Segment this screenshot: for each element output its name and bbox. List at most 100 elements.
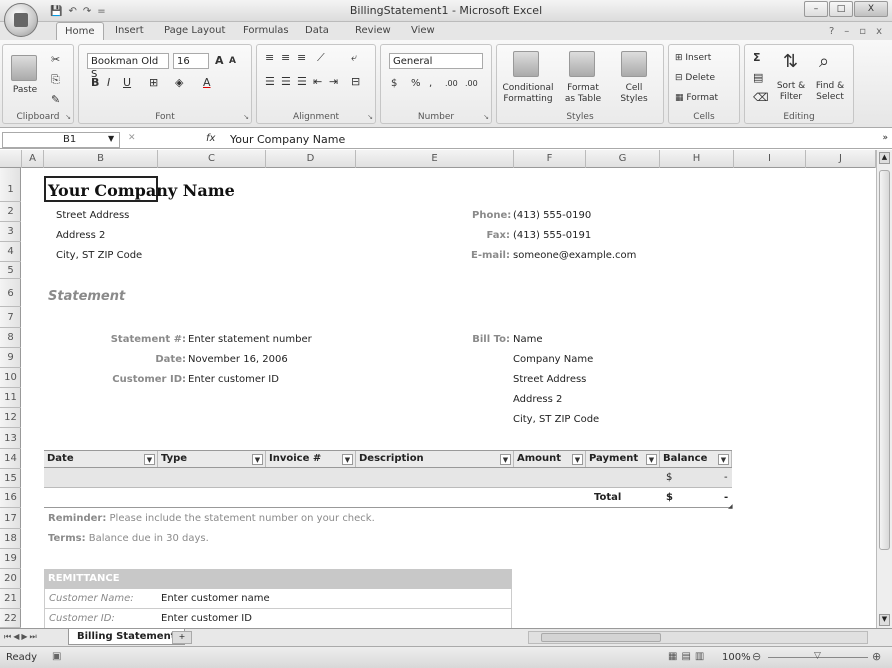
align-left-icon[interactable]: ☰ (265, 75, 275, 88)
row-header-5[interactable]: 5 (0, 262, 21, 279)
formula-input[interactable]: Your Company Name (230, 133, 345, 146)
insert-function-button[interactable]: fx (206, 133, 215, 144)
row-header-17[interactable]: 17 (0, 508, 21, 529)
column-header-e[interactable]: E (356, 150, 514, 168)
worksheet-grid[interactable]: Your Company Name Street Address Address… (22, 168, 876, 628)
tab-review[interactable]: Review (355, 25, 391, 36)
copy-icon[interactable]: ⎘ (51, 73, 60, 87)
percent-button[interactable]: % (411, 78, 421, 89)
column-header-g[interactable]: G (586, 150, 660, 168)
filter-dropdown-icon[interactable]: ▼ (572, 454, 583, 465)
format-painter-icon[interactable]: ✎ (51, 93, 60, 106)
zoom-out-icon[interactable]: ⊖ (752, 650, 761, 663)
increase-indent-icon[interactable]: ⇥ (329, 75, 338, 88)
orientation-icon[interactable]: ⟋ (317, 51, 325, 65)
column-header-d[interactable]: D (266, 150, 356, 168)
ribbon-minimize-icon[interactable]: – (844, 26, 849, 37)
cell-styles-icon[interactable] (621, 51, 647, 77)
statement-heading[interactable]: Statement (48, 289, 125, 304)
scroll-thumb[interactable] (879, 170, 890, 550)
fax-value[interactable]: (413) 555-0191 (513, 230, 591, 241)
align-center-icon[interactable]: ☰ (281, 75, 291, 88)
column-header-h[interactable]: H (660, 150, 734, 168)
row-header-19[interactable]: 19 (0, 549, 21, 569)
remittance-id-value[interactable]: Enter customer ID (161, 613, 252, 624)
tab-home[interactable]: Home (56, 22, 104, 41)
row-header-11[interactable]: 11 (0, 388, 21, 408)
paste-icon[interactable] (11, 55, 37, 81)
sheet-tab-billing-statement[interactable]: Billing Statement (68, 629, 185, 645)
sort-filter-icon[interactable]: ⇅ (783, 51, 798, 72)
number-format-select[interactable]: General (389, 53, 483, 69)
tab-formulas[interactable]: Formulas (243, 25, 289, 36)
row-header-6[interactable]: 6 (0, 279, 21, 307)
table-row[interactable]: $ - (44, 468, 732, 488)
tab-page-layout[interactable]: Page Layout (164, 25, 225, 36)
tab-data[interactable]: Data (305, 25, 329, 36)
currency-button[interactable]: $ (391, 78, 397, 89)
maximize-button[interactable]: □ (829, 1, 853, 17)
table-resize-handle[interactable]: ◢ (728, 503, 733, 510)
formula-cancel-icon[interactable]: ✕ (128, 133, 136, 143)
total-value[interactable]: - (724, 492, 728, 503)
name-box[interactable]: B1 (2, 132, 120, 148)
reminder-note[interactable]: Reminder: Please include the statement n… (48, 513, 375, 524)
shrink-font-button[interactable]: A (229, 56, 236, 67)
insert-cells-button[interactable]: ⊞ Insert (675, 53, 711, 64)
fill-icon[interactable]: ▤ (753, 71, 763, 84)
row-header-13[interactable]: 13 (0, 428, 21, 449)
merge-center-icon[interactable]: ⊟ (351, 75, 360, 88)
row-header-7[interactable]: 7 (0, 307, 21, 328)
company-address2[interactable]: Address 2 (56, 230, 105, 241)
help-icon[interactable]: ? (829, 26, 834, 37)
phone-value[interactable]: (413) 555-0190 (513, 210, 591, 221)
font-size-select[interactable]: 16 (173, 53, 209, 69)
row-header-4[interactable]: 4 (0, 242, 21, 262)
cell-styles-button[interactable]: Cell Styles (609, 83, 659, 105)
column-header-i[interactable]: I (734, 150, 806, 168)
row-header-9[interactable]: 9 (0, 348, 21, 368)
macro-record-icon[interactable]: ▣ (52, 651, 61, 662)
vertical-scrollbar[interactable]: ▲ ▼ (876, 150, 892, 628)
row-header-22[interactable]: 22 (0, 609, 21, 628)
clipboard-launcher-icon[interactable]: ↘ (65, 113, 71, 121)
email-value[interactable]: someone@example.com (513, 250, 636, 261)
tab-view[interactable]: View (411, 25, 435, 36)
filter-dropdown-icon[interactable]: ▼ (252, 454, 263, 465)
restore-icon[interactable]: ▫ (859, 26, 866, 37)
horizontal-scrollbar[interactable] (528, 631, 868, 644)
col-description-header[interactable]: Description ▼ (356, 451, 514, 467)
number-launcher-icon[interactable]: ↘ (483, 113, 489, 121)
font-color-button[interactable]: A (203, 77, 211, 88)
comma-button[interactable]: , (429, 78, 432, 89)
row-header-2[interactable]: 2 (0, 202, 21, 222)
sort-filter-button[interactable]: Sort & Filter (771, 81, 811, 103)
format-as-table-button[interactable]: Format as Table (559, 83, 607, 105)
company-name[interactable]: Your Company Name (48, 181, 235, 200)
grow-font-button[interactable]: A (215, 55, 224, 66)
borders-icon[interactable]: ⊞ (149, 76, 158, 89)
terms-note[interactable]: Terms: Balance due in 30 days. (48, 533, 209, 544)
bill-to-address2[interactable]: Address 2 (513, 394, 562, 405)
conditional-formatting-icon[interactable] (513, 51, 539, 77)
bold-button[interactable]: B (91, 77, 99, 88)
zoom-thumb[interactable]: ▽ (814, 651, 821, 661)
row-header-15[interactable]: 15 (0, 469, 21, 488)
col-date-header[interactable]: Date ▼ (44, 451, 158, 467)
column-header-c[interactable]: C (158, 150, 266, 168)
autosum-icon[interactable]: Σ (753, 51, 761, 64)
italic-button[interactable]: I (107, 77, 110, 88)
remittance-name-value[interactable]: Enter customer name (161, 593, 270, 604)
filter-dropdown-icon[interactable]: ▼ (342, 454, 353, 465)
row-header-16[interactable]: 16 (0, 488, 21, 508)
tab-insert[interactable]: Insert (115, 25, 144, 36)
close-button[interactable]: X (854, 1, 888, 17)
col-invoice-header[interactable]: Invoice # ▼ (266, 451, 356, 467)
find-select-button[interactable]: Find & Select (809, 81, 851, 103)
office-button[interactable] (4, 3, 38, 37)
row-header-10[interactable]: 10 (0, 368, 21, 388)
decrease-decimal-button[interactable]: .00 (465, 78, 478, 89)
expand-formula-bar-icon[interactable]: » (882, 133, 888, 143)
row-header-3[interactable]: 3 (0, 222, 21, 242)
row-header-20[interactable]: 20 (0, 569, 21, 589)
